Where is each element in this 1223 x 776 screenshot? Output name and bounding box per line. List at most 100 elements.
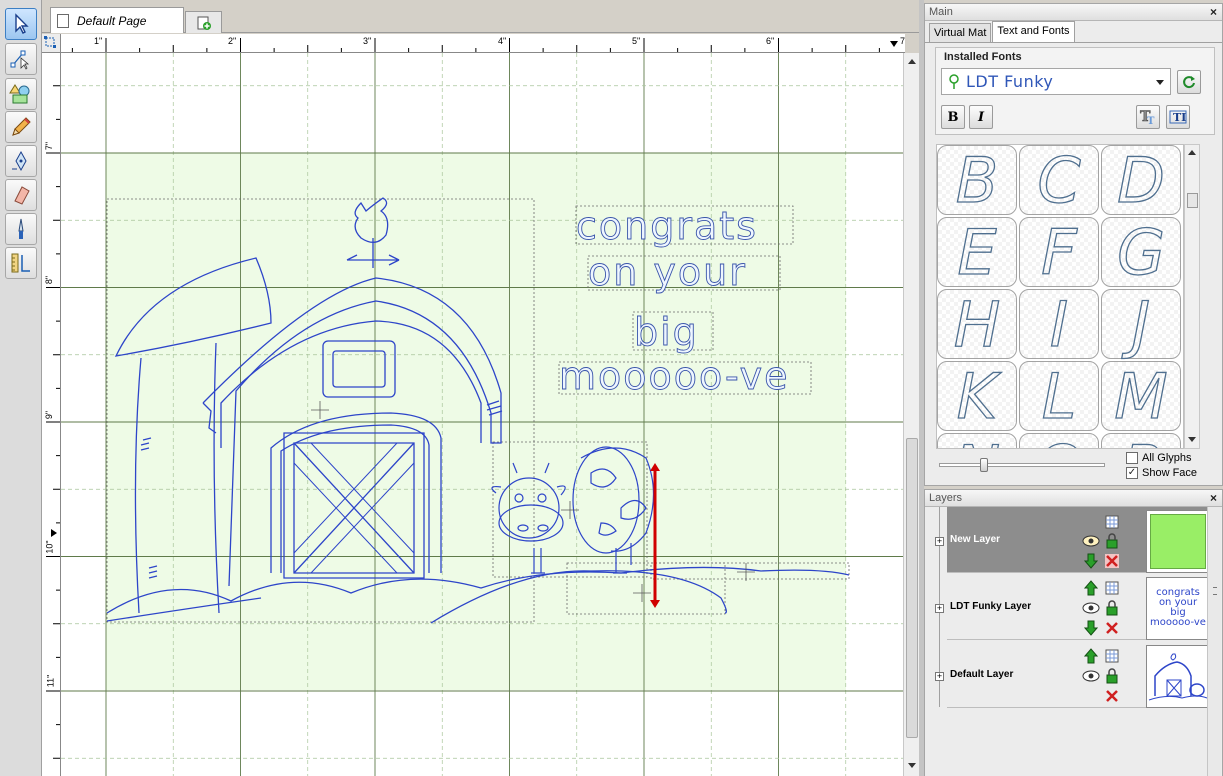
scroll-up-icon[interactable] xyxy=(908,59,916,64)
delete-icon[interactable] xyxy=(1103,552,1121,570)
glyph-char: I xyxy=(1049,287,1069,361)
layer-row-ldt-funky-layer[interactable]: LDT Funky Layer congrats on your big moo… xyxy=(947,574,1210,640)
text-frame-button[interactable]: TI xyxy=(1166,105,1190,129)
scroll-down-icon[interactable] xyxy=(1188,437,1196,442)
glyph-char: K xyxy=(956,359,998,433)
text-line[interactable]: on your xyxy=(588,250,747,295)
glyph-char: G xyxy=(1116,215,1166,289)
ruler-origin-icon xyxy=(44,36,56,48)
eye-icon[interactable] xyxy=(1082,532,1100,550)
ruler-label: 11" xyxy=(45,674,56,688)
grid-icon[interactable] xyxy=(1103,513,1121,531)
close-icon[interactable]: × xyxy=(1210,5,1222,19)
glyph-tile[interactable]: I xyxy=(1019,287,1099,361)
glyph-tile[interactable]: F xyxy=(1019,215,1099,289)
scroll-thumb[interactable] xyxy=(906,438,918,738)
checkbox-box[interactable] xyxy=(1126,452,1138,464)
pen-tool-button[interactable] xyxy=(5,145,37,177)
ruler-label: 7" xyxy=(900,36,905,46)
glyph-tile[interactable]: K xyxy=(937,359,1017,433)
expand-icon[interactable]: + xyxy=(935,537,944,546)
scroll-up-icon[interactable] xyxy=(1188,150,1196,155)
layer-thumbnail-fill xyxy=(1150,514,1206,569)
move-down-icon[interactable] xyxy=(1082,552,1100,570)
lock-icon[interactable] xyxy=(1103,599,1121,617)
pencil-tool-button[interactable] xyxy=(5,111,37,143)
glyph-tile[interactable]: L xyxy=(1019,359,1099,433)
italic-button[interactable]: I xyxy=(969,105,993,129)
bold-button[interactable]: B xyxy=(941,105,965,129)
lock-icon[interactable] xyxy=(1103,667,1121,685)
scroll-thumb[interactable] xyxy=(1187,193,1198,208)
lock-icon[interactable] xyxy=(1103,532,1121,550)
vertical-ruler[interactable]: 7" 8" 9" 10" 11" xyxy=(42,53,61,776)
font-dropdown[interactable]: LDT Funky xyxy=(941,68,1171,95)
glyph-scrollbar[interactable] xyxy=(1184,144,1200,449)
text-line[interactable]: mooooo-ve xyxy=(559,354,790,399)
glyph-tile[interactable]: D xyxy=(1101,145,1181,217)
horizontal-ruler[interactable]: 1" 2" 3" 4" 5" 6" 7" xyxy=(61,34,905,53)
text-to-path-button[interactable]: TT xyxy=(1136,105,1160,129)
glyph-grid: B C D E F G H I J K L M N O P xyxy=(936,144,1184,449)
move-up-icon[interactable] xyxy=(1082,579,1100,597)
delete-icon[interactable] xyxy=(1103,619,1121,637)
main-panel-tabs: Virtual Mat Text and Fonts xyxy=(925,21,1222,43)
tab-virtual-mat[interactable]: Virtual Mat xyxy=(929,23,992,42)
grid-icon[interactable] xyxy=(1103,647,1121,665)
canvas-vertical-scrollbar[interactable] xyxy=(903,53,919,776)
glyph-tile[interactable]: B xyxy=(937,145,1017,217)
eye-icon[interactable] xyxy=(1082,599,1100,617)
delete-icon[interactable] xyxy=(1103,687,1121,705)
glyph-size-slider[interactable] xyxy=(939,458,1105,472)
layer-row-new-layer[interactable]: New Layer xyxy=(947,507,1210,573)
glyph-char: C xyxy=(1037,144,1082,217)
ruler-marker-icon[interactable] xyxy=(890,41,898,47)
glyph-tile[interactable]: C xyxy=(1019,144,1099,217)
text-line[interactable]: big xyxy=(634,310,699,355)
ruler-marker-icon[interactable] xyxy=(51,529,57,537)
move-down-icon[interactable] xyxy=(1082,619,1100,637)
refresh-fonts-button[interactable] xyxy=(1177,70,1201,94)
glyph-tile[interactable]: O xyxy=(1019,431,1099,448)
ruler-label: 4" xyxy=(498,36,507,46)
show-face-checkbox[interactable]: ✓ Show Face xyxy=(1126,467,1197,479)
glyph-tile[interactable]: N xyxy=(937,431,1017,448)
glyph-tile[interactable]: P xyxy=(1101,431,1181,448)
glyph-tile[interactable]: M xyxy=(1101,359,1181,433)
expand-icon[interactable]: + xyxy=(935,604,944,613)
main-panel-header: Main × xyxy=(925,4,1222,21)
text-line[interactable]: congrats xyxy=(576,204,758,249)
node-edit-tool-button[interactable] xyxy=(5,43,37,75)
add-page-button[interactable] xyxy=(185,11,222,33)
checkbox-box[interactable]: ✓ xyxy=(1126,467,1138,479)
grid-icon[interactable] xyxy=(1103,579,1121,597)
eraser-icon xyxy=(14,186,30,205)
eraser-tool-button[interactable] xyxy=(5,179,37,211)
scroll-grip-icon[interactable] xyxy=(1213,587,1217,595)
glyph-tile[interactable]: H xyxy=(937,287,1017,361)
select-tool-button[interactable] xyxy=(5,8,37,40)
glyph-tile[interactable]: G xyxy=(1101,215,1181,289)
glyph-char: F xyxy=(1041,215,1078,289)
tab-text-and-fonts[interactable]: Text and Fonts xyxy=(992,21,1075,42)
tab-default-page[interactable]: Default Page xyxy=(50,7,184,33)
shapes-tool-button[interactable] xyxy=(5,78,37,110)
chevron-down-icon[interactable] xyxy=(1156,80,1164,85)
all-glyphs-checkbox[interactable]: All Glyphs xyxy=(1126,452,1192,464)
ruler-corner[interactable] xyxy=(42,34,61,53)
glyph-tile[interactable]: J xyxy=(1101,287,1181,361)
tool-palette xyxy=(0,0,42,776)
glyph-tile[interactable]: E xyxy=(937,215,1017,289)
move-up-icon[interactable] xyxy=(1082,647,1100,665)
knife-tool-button[interactable] xyxy=(5,213,37,245)
eye-icon[interactable] xyxy=(1082,667,1100,685)
slider-knob[interactable] xyxy=(980,458,988,472)
layer-row-default-layer[interactable]: Default Layer xyxy=(947,642,1210,708)
close-icon[interactable]: × xyxy=(1210,491,1222,505)
ruler-label: 5" xyxy=(632,36,641,46)
layers-scrollbar[interactable] xyxy=(1207,507,1221,776)
measure-tool-button[interactable] xyxy=(5,247,37,279)
expand-icon[interactable]: + xyxy=(935,672,944,681)
design-canvas[interactable]: congrats on your big mooooo-ve xyxy=(61,53,903,776)
scroll-down-icon[interactable] xyxy=(908,763,916,768)
